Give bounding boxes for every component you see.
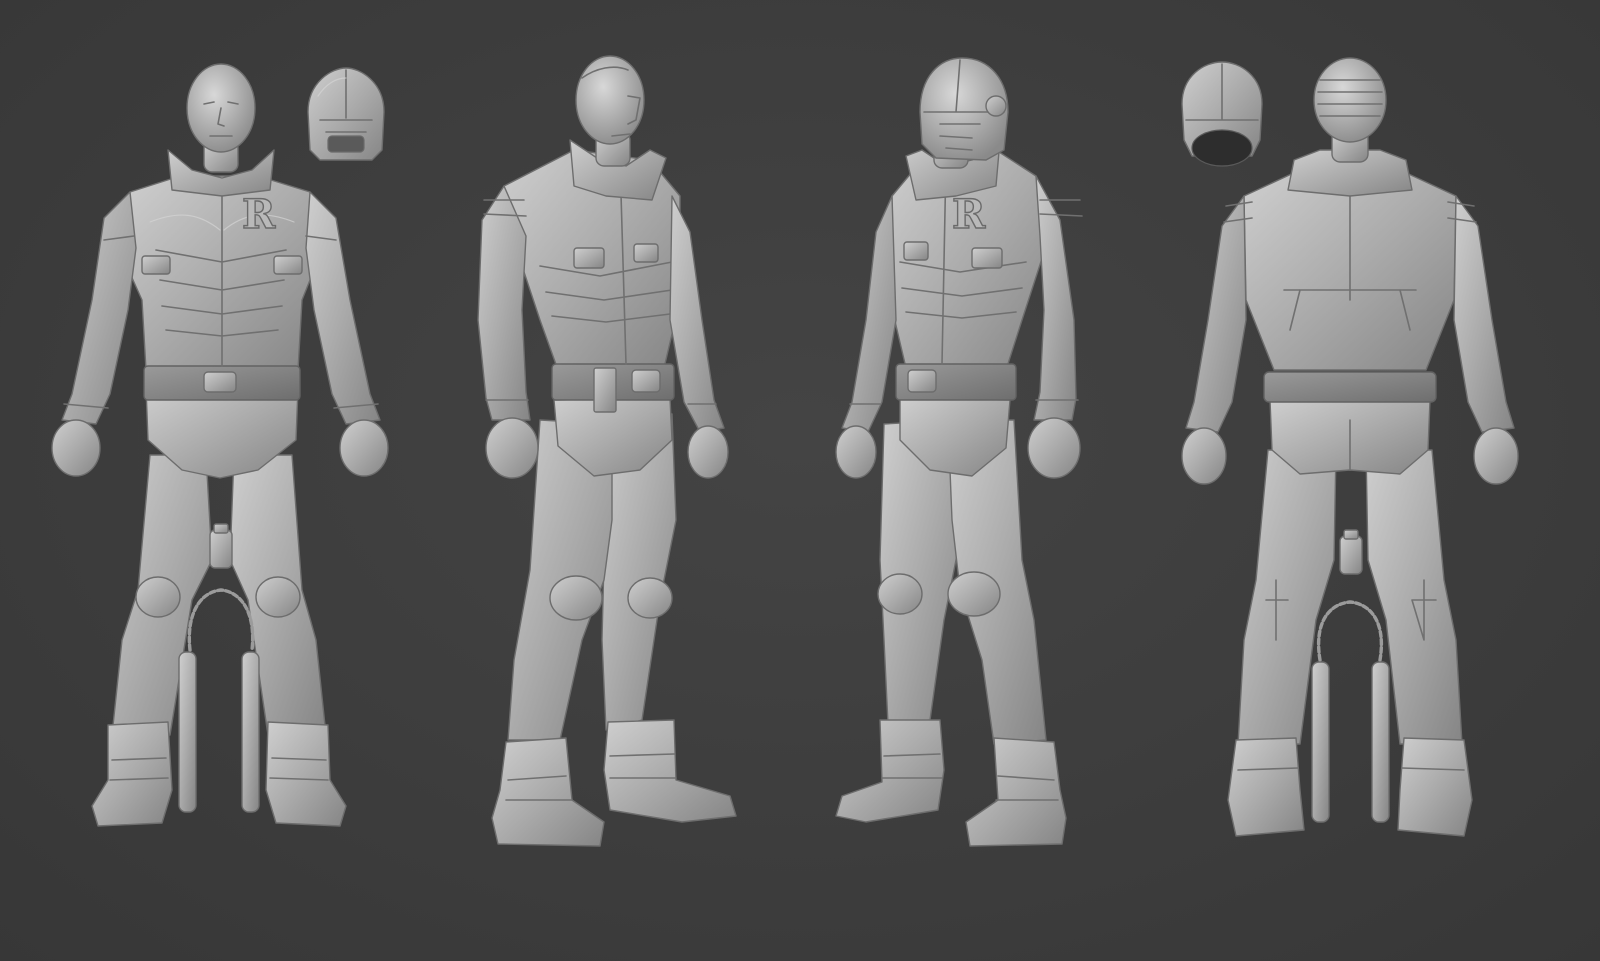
front-chest-emblem: R	[242, 191, 276, 238]
tql-front-boot	[491, 737, 605, 847]
tqr-belt-buckle	[907, 369, 937, 393]
tql-front-fist	[485, 417, 539, 479]
tql-belt-buckle	[631, 369, 661, 393]
back-belt	[1263, 371, 1437, 403]
sculpt-turnaround-canvas: R R	[0, 0, 1600, 961]
tql-back-arm	[669, 195, 725, 433]
tql-front-kneepad	[549, 575, 603, 621]
tqr-back-fist	[835, 425, 877, 479]
front-chest-pocket-left	[141, 255, 171, 275]
tqr-chest-emblem: R	[952, 191, 986, 238]
nunchucks-prop-back	[1311, 600, 1390, 823]
front-right-arm	[305, 191, 381, 425]
tql-back-boot	[603, 719, 737, 823]
tqr-back-kneepad	[877, 573, 923, 615]
front-chest-pocket-right	[273, 255, 303, 275]
front-right-kneepad	[255, 576, 301, 618]
tql-back-kneepad	[627, 577, 673, 619]
tql-chest-pocket-2	[633, 243, 659, 263]
back-head	[1313, 57, 1387, 143]
back-right-arm	[1453, 195, 1515, 433]
helmet-prop-front	[307, 67, 385, 161]
tql-chest-pocket	[573, 247, 605, 269]
back-left-arm	[1185, 195, 1247, 433]
front-left-arm	[61, 191, 137, 425]
front-right-boot	[265, 721, 347, 827]
back-left-boot	[1227, 737, 1305, 837]
back-view-figure	[1181, 57, 1519, 837]
tqr-back-boot	[835, 719, 945, 823]
helmet-prop-back	[1181, 61, 1263, 167]
tqr-front-fist	[1027, 417, 1081, 479]
turnaround-illustration: R R	[51, 55, 1519, 847]
tql-belt-pouch	[593, 367, 617, 413]
canister-prop-front	[209, 523, 233, 569]
front-left-kneepad	[135, 576, 181, 618]
front-view-figure: R	[51, 63, 389, 827]
back-right-fist	[1473, 427, 1519, 485]
three-quarter-left-figure	[477, 55, 737, 847]
front-belt-buckle	[203, 371, 237, 393]
front-left-fist	[51, 419, 101, 477]
tql-head	[575, 55, 645, 145]
tqr-chest-pocket	[903, 241, 929, 261]
back-left-fist	[1181, 427, 1227, 485]
back-right-boot	[1397, 737, 1473, 837]
canister-prop-back	[1339, 529, 1363, 575]
tqr-front-arm	[1033, 175, 1077, 421]
tql-back-fist	[687, 425, 729, 479]
front-right-fist	[339, 419, 389, 477]
three-quarter-right-figure: R	[835, 57, 1083, 847]
tqr-front-kneepad	[947, 571, 1001, 617]
front-left-boot	[91, 721, 173, 827]
tqr-back-arm	[841, 195, 897, 433]
tqr-front-boot	[965, 737, 1067, 847]
tqr-helmet-earpiece	[985, 95, 1007, 117]
nunchucks-prop-front	[178, 588, 260, 813]
tqr-chest-pocket-2	[971, 247, 1003, 269]
